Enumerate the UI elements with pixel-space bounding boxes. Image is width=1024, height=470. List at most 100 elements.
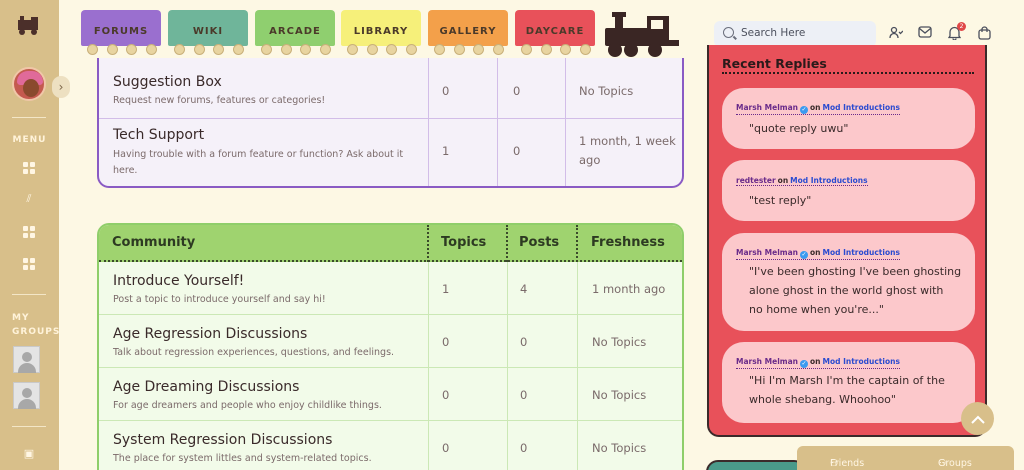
nav-car-body: LIBRARY	[341, 10, 421, 46]
freshness: No Topics	[592, 335, 647, 349]
scroll-to-top-button[interactable]	[961, 402, 994, 435]
cell-divider	[565, 119, 566, 186]
car-wheels	[434, 44, 504, 55]
cell-divider	[497, 119, 498, 186]
posts-count: 0	[520, 335, 528, 349]
topics-count: 1	[442, 144, 450, 158]
chat-bar: ⚇ Friends ⚇ Groups	[797, 446, 1014, 470]
forum-title[interactable]: System Regression Discussions	[113, 432, 332, 448]
forum-row[interactable]: Age Dreaming Discussions For age dreamer…	[99, 368, 682, 421]
nav-car-body: GALLERY	[428, 10, 508, 46]
group-avatar[interactable]	[13, 382, 40, 409]
messages-icon[interactable]	[917, 26, 933, 40]
reply-card[interactable]: Marsh Melman ✓ on Mod Introductions "Hi I'm…	[722, 342, 975, 423]
forum-title[interactable]: Tech Support	[113, 127, 204, 143]
freshness-line2[interactable]: ago	[579, 151, 600, 170]
reply-quote-line1: "Hi I'm Marsh I'm the captain of the	[749, 374, 945, 387]
freshness: No Topics	[592, 441, 647, 455]
forum-title[interactable]: Age Regression Discussions	[113, 326, 307, 342]
reply-author[interactable]: Marsh Melman	[736, 357, 798, 366]
reply-quote: "test reply"	[749, 194, 812, 207]
sidebar-item-dashboard-icon[interactable]	[23, 162, 35, 174]
forum-description: Talk about regression experiences, quest…	[113, 347, 395, 358]
group-avatar[interactable]	[13, 346, 40, 373]
car-wheels	[261, 44, 331, 55]
car-wheels	[347, 44, 417, 55]
topics-count: 0	[442, 84, 450, 98]
car-wheels	[174, 44, 244, 55]
table-header: Community Topics Posts Freshness	[99, 225, 682, 262]
reply-card[interactable]: Marsh Melman ✓ on Mod Introductions "I've b…	[722, 233, 975, 331]
forum-row[interactable]: Introduce Yourself! Post a topic to intr…	[99, 262, 682, 315]
freshness: No Topics	[592, 388, 647, 402]
cell-divider	[428, 58, 429, 118]
sidebar-item-more-icon[interactable]	[23, 258, 35, 270]
reply-topic[interactable]: Mod Introductions	[822, 357, 899, 366]
user-avatar[interactable]	[12, 67, 46, 101]
reply-author[interactable]: redtester	[736, 176, 776, 185]
reply-meta: Marsh Melman ✓ on Mod Introductions	[736, 357, 900, 369]
sidebar-divider	[12, 294, 46, 295]
forum-description: The place for system littles and system-…	[113, 453, 372, 464]
forum-table-community: Community Topics Posts Freshness Introdu…	[97, 223, 684, 470]
nav-car-body: DAYCARE	[515, 10, 595, 46]
header-divider	[576, 225, 578, 262]
cell-divider	[577, 315, 578, 367]
reply-card[interactable]: redtester on Mod Introductions "test reply…	[722, 160, 975, 221]
search-input[interactable]: Search Here	[714, 21, 876, 47]
reply-topic[interactable]: Mod Introductions	[790, 176, 867, 185]
forum-title[interactable]: Suggestion Box	[113, 74, 222, 90]
left-sidebar: › MENU ⫽ MY GROUPS ▣	[0, 0, 70, 470]
topics-count: 0	[442, 335, 450, 349]
cell-divider	[497, 58, 498, 118]
forum-row[interactable]: Tech Support Having trouble with a forum…	[99, 119, 682, 186]
forum-row[interactable]: Age Regression Discussions Talk about re…	[99, 315, 682, 368]
reply-quote-line3: no home when you're..."	[749, 303, 884, 316]
train-logo-icon[interactable]	[15, 14, 43, 36]
friends-icon[interactable]	[888, 26, 904, 40]
nav-label: LIBRARY	[353, 26, 409, 37]
groups-label-my: MY	[12, 313, 30, 323]
nav-label: ARCADE	[269, 26, 321, 37]
sidebar-item-library-icon[interactable]: ⫽	[23, 193, 35, 205]
forum-title[interactable]: Age Dreaming Discussions	[113, 379, 299, 395]
cell-divider	[507, 421, 508, 470]
forum-row[interactable]: System Regression Discussions The place …	[99, 421, 682, 470]
freshness[interactable]: 1 month ago	[592, 282, 665, 296]
cell-divider	[577, 262, 578, 314]
menu-label: MENU	[12, 135, 47, 145]
verified-icon: ✓	[799, 251, 808, 259]
column-header-title: Community	[112, 235, 196, 250]
topics-count: 1	[442, 282, 450, 296]
search-placeholder: Search Here	[741, 27, 806, 39]
nav-label: DAYCARE	[525, 26, 585, 37]
next-widget	[706, 460, 806, 470]
reply-card[interactable]: Marsh Melman ✓ on Mod Introductions "quote …	[722, 88, 975, 149]
posts-count: 0	[513, 84, 521, 98]
sidebar-expand-button[interactable]: ›	[52, 76, 70, 98]
cell-divider	[428, 119, 429, 186]
cart-icon[interactable]	[976, 26, 992, 40]
train-engine-icon	[605, 12, 679, 57]
cell-divider	[428, 421, 429, 470]
forum-description-line2: here.	[113, 165, 138, 176]
reply-author[interactable]: Marsh Melman	[736, 103, 798, 112]
forum-row[interactable]: Suggestion Box Request new forums, featu…	[99, 58, 682, 119]
cell-divider	[428, 368, 429, 420]
forum-description: Request new forums, features or categori…	[113, 95, 326, 106]
reply-author[interactable]: Marsh Melman	[736, 248, 798, 257]
reply-topic[interactable]: Mod Introductions	[822, 248, 899, 257]
reply-topic[interactable]: Mod Introductions	[822, 103, 899, 112]
chevron-up-icon	[970, 415, 985, 424]
cell-divider	[507, 262, 508, 314]
notification-badge: 2	[957, 22, 966, 31]
topics-count: 0	[442, 441, 450, 455]
recent-replies-widget: Recent Replies Marsh Melman ✓ on Mod Introd…	[707, 45, 987, 437]
settings-icon[interactable]: ▣	[23, 448, 35, 460]
reply-quote-line2: whole shebang. Whoohoo"	[749, 393, 896, 406]
nav-car-body: WIKI	[168, 10, 248, 46]
forum-title[interactable]: Introduce Yourself!	[113, 273, 244, 289]
sidebar-divider	[12, 426, 46, 427]
sidebar-item-apps-icon[interactable]	[23, 226, 35, 238]
freshness-line1[interactable]: 1 month, 1 week	[579, 132, 676, 151]
